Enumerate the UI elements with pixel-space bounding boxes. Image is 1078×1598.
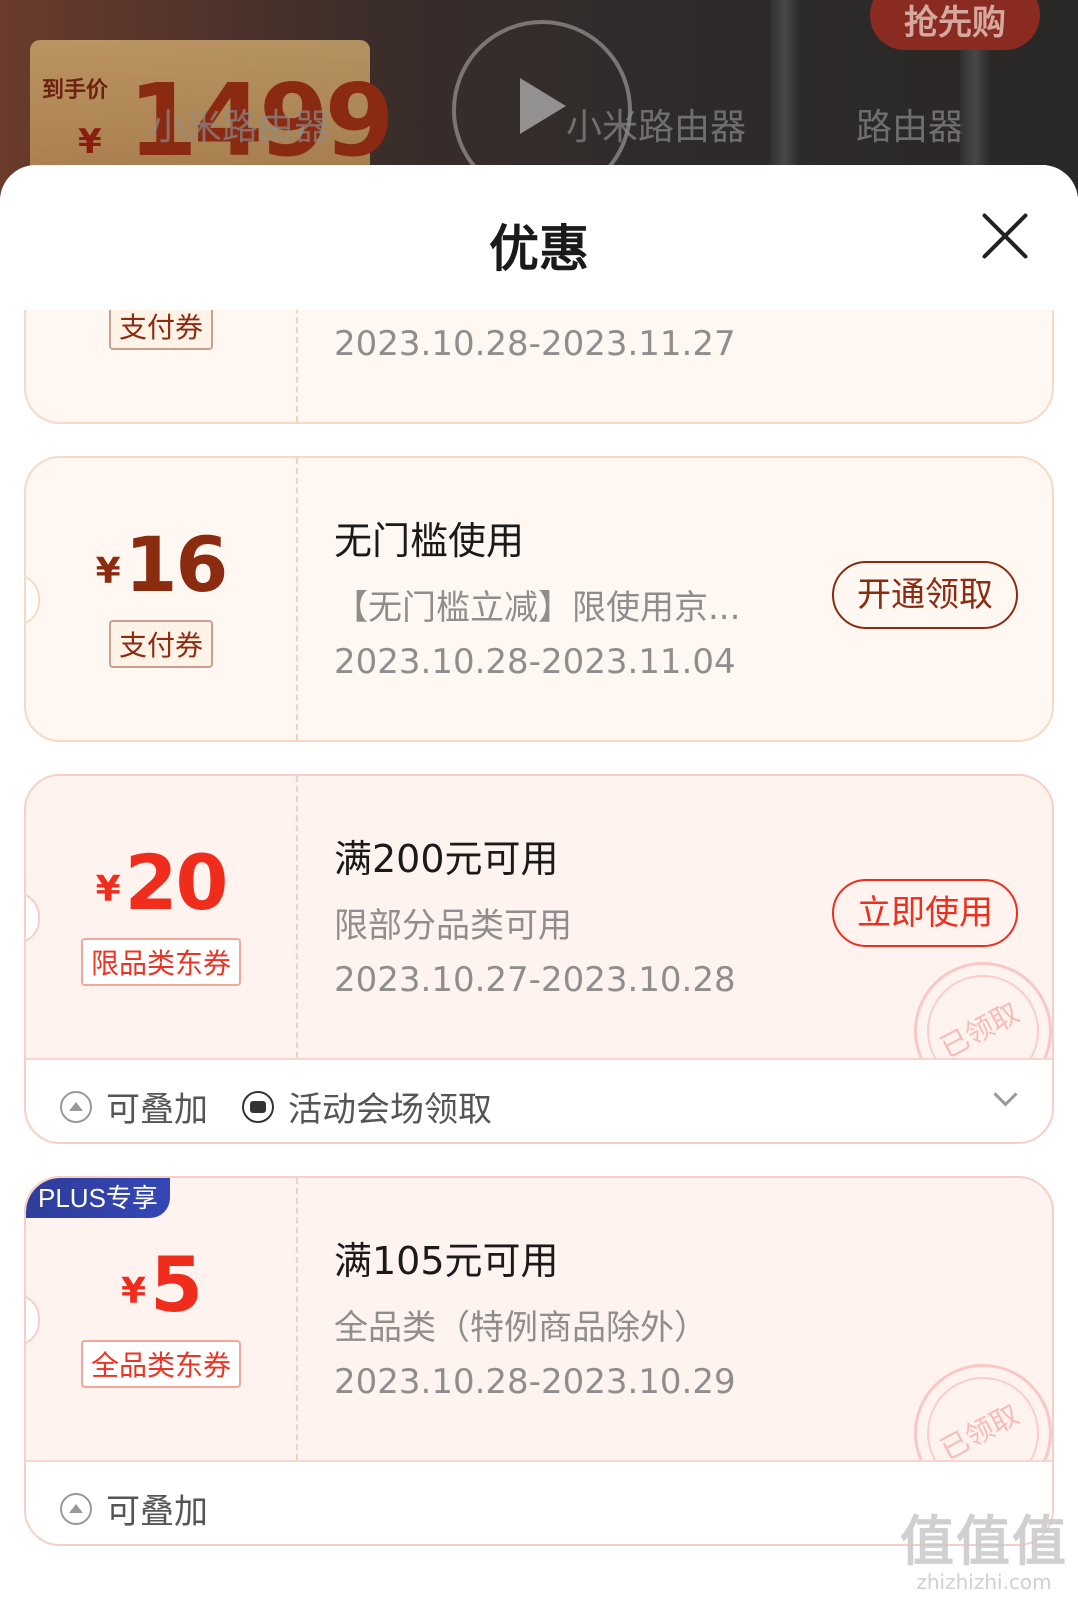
coupon-card: 支付券 2023.10.28-2023.11.27 bbox=[24, 310, 1054, 424]
sheet-title: 优惠 bbox=[489, 220, 589, 278]
source-info: 活动会场领取 bbox=[242, 1082, 492, 1131]
source-label: 活动会场领取 bbox=[288, 1090, 492, 1130]
coupon-card: PLUS专享 ¥5 全品类东券 满105元可用 全品类（特例商品除外） 2023… bbox=[24, 1176, 1054, 1546]
coupon-amount: ¥16 bbox=[26, 520, 296, 609]
coupon-title: 满200元可用 bbox=[334, 837, 559, 881]
promo-price-label: 到手价 bbox=[42, 78, 109, 103]
coupon-date: 2023.10.28-2023.11.27 bbox=[334, 324, 736, 364]
watermark-url: zhizhizhi.com bbox=[916, 1570, 1052, 1594]
bg-product-text: 小米路由器 bbox=[566, 107, 747, 148]
claimed-stamp-text: 已领取 bbox=[934, 996, 1025, 1060]
router-image bbox=[770, 0, 800, 190]
yen-symbol: ¥ bbox=[95, 551, 121, 592]
coupon-value-area: ¥16 支付券 bbox=[26, 458, 296, 740]
bg-product-text-2: 路由器 bbox=[856, 107, 965, 148]
coupon-card-body: PLUS专享 ¥5 全品类东券 满105元可用 全品类（特例商品除外） 2023… bbox=[26, 1178, 1052, 1462]
claimed-stamp-text: 已领取 bbox=[934, 1398, 1025, 1462]
coupon-value-area: ¥20 限品类东券 bbox=[26, 776, 296, 1058]
coupon-card: ¥20 限品类东券 满200元可用 限部分品类可用 2023.10.27-202… bbox=[24, 774, 1054, 1144]
stackable-info: 可叠加 bbox=[60, 1484, 208, 1533]
coupon-amount-value: 5 bbox=[150, 1240, 203, 1329]
claimed-stamp-icon: 已领取 bbox=[914, 1364, 1052, 1462]
coupon-divider bbox=[296, 1178, 298, 1460]
coupon-divider bbox=[296, 458, 298, 740]
stack-up-icon bbox=[60, 1090, 92, 1123]
coupon-card-body: 支付券 2023.10.28-2023.11.27 bbox=[26, 310, 1052, 422]
coupon-card: ¥16 支付券 无门槛使用 【无门槛立减】限使用京... 2023.10.28-… bbox=[24, 456, 1054, 742]
stackable-label: 可叠加 bbox=[106, 1090, 208, 1130]
chevron-down-icon[interactable] bbox=[993, 1082, 1018, 1107]
play-icon bbox=[520, 78, 566, 134]
coupon-description: 限部分品类可用 bbox=[334, 906, 572, 946]
coupon-title: 满105元可用 bbox=[334, 1239, 559, 1283]
sheet-header: 优惠 bbox=[0, 165, 1078, 310]
coupon-amount-value: 16 bbox=[124, 520, 229, 609]
coupon-type-tag: 支付券 bbox=[108, 620, 214, 668]
coupon-type-tag: 支付券 bbox=[108, 310, 214, 350]
coupon-description: 全品类（特例商品除外） bbox=[334, 1308, 708, 1348]
coupon-amount-value: 20 bbox=[124, 838, 229, 927]
site-watermark: 值值值 zhizhizhi.com bbox=[900, 1497, 1068, 1594]
coupon-amount: ¥20 bbox=[26, 838, 296, 927]
bg-search-text: 小米路由器 bbox=[150, 107, 331, 148]
stackable-info: 可叠加 bbox=[60, 1082, 208, 1131]
coupon-list[interactable]: 支付券 2023.10.28-2023.11.27 ¥16 支付券 无门槛使用 … bbox=[0, 310, 1078, 1598]
coupon-amount: ¥5 bbox=[26, 1240, 296, 1329]
activate-claim-button[interactable]: 开通领取 bbox=[832, 561, 1018, 629]
yen-symbol: ¥ bbox=[95, 869, 121, 910]
watermark-logo: 值值值 bbox=[900, 1510, 1068, 1573]
coupon-date: 2023.10.28-2023.10.29 bbox=[334, 1362, 736, 1402]
coupon-type-tag: 全品类东券 bbox=[80, 1340, 242, 1388]
coupon-footer[interactable]: 可叠加 活动会场领取 bbox=[26, 1060, 1052, 1142]
coupon-divider bbox=[296, 310, 298, 422]
rush-buy-button: 抢先购 bbox=[870, 0, 1040, 50]
coupon-card-body: ¥20 限品类东券 满200元可用 限部分品类可用 2023.10.27-202… bbox=[26, 776, 1052, 1060]
coupon-type-tag: 限品类东券 bbox=[80, 938, 242, 986]
yen-symbol: ¥ bbox=[121, 1271, 147, 1312]
stack-up-icon bbox=[60, 1492, 92, 1525]
coupon-value-area: 支付券 bbox=[26, 310, 296, 422]
close-icon[interactable] bbox=[980, 211, 1030, 261]
coupon-date: 2023.10.28-2023.11.04 bbox=[334, 642, 736, 682]
coupon-divider bbox=[296, 776, 298, 1058]
coupon-description: 【无门槛立减】限使用京... bbox=[334, 588, 741, 628]
coupon-footer[interactable]: 可叠加 bbox=[26, 1462, 1052, 1544]
coupon-title: 无门槛使用 bbox=[334, 519, 525, 563]
coupon-card-body: ¥16 支付券 无门槛使用 【无门槛立减】限使用京... 2023.10.28-… bbox=[26, 458, 1052, 740]
coupon-sheet: 优惠 支付券 2023.10.28-2023.11.27 ¥16 支付券 无门槛… bbox=[0, 165, 1078, 1598]
promo-yen: ¥ bbox=[78, 122, 102, 162]
coupon-value-area: ¥5 全品类东券 bbox=[26, 1178, 296, 1460]
use-now-button[interactable]: 立即使用 bbox=[832, 879, 1018, 947]
ticket-icon bbox=[242, 1090, 274, 1123]
claimed-stamp-icon: 已领取 bbox=[914, 962, 1052, 1060]
coupon-date: 2023.10.27-2023.10.28 bbox=[334, 960, 736, 1000]
stackable-label: 可叠加 bbox=[106, 1492, 208, 1532]
